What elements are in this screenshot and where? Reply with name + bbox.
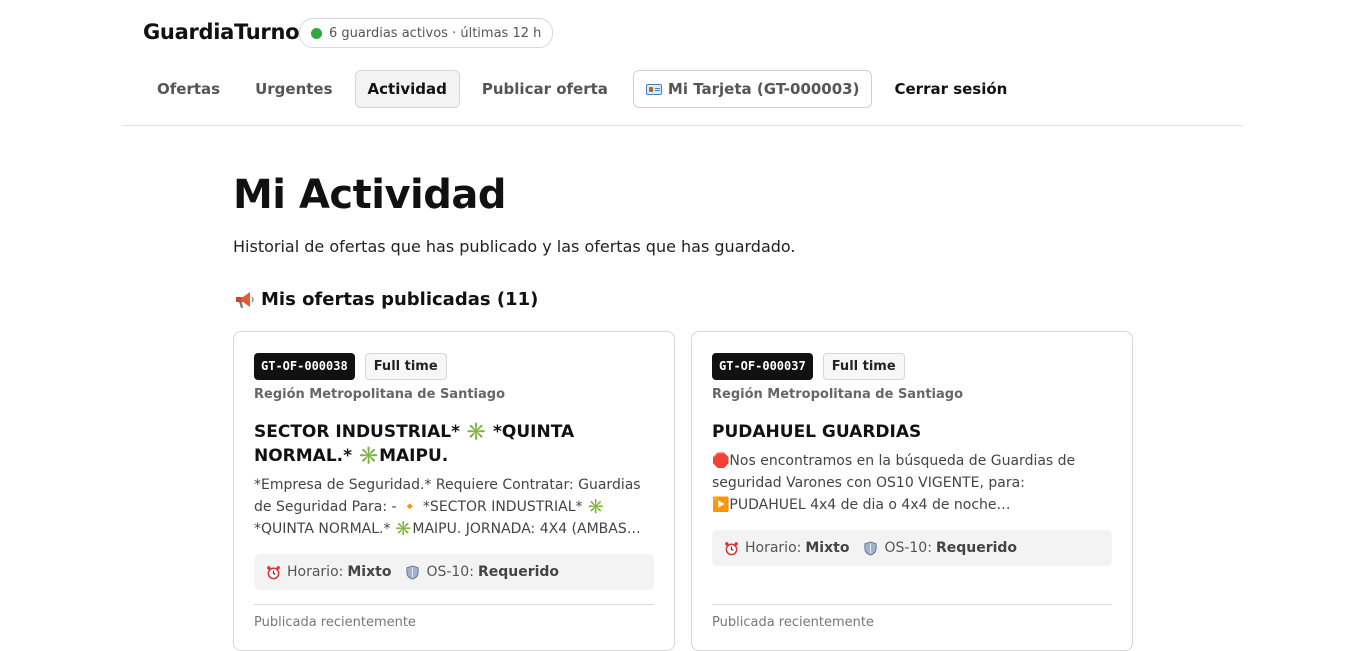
horario-value: Mixto — [347, 564, 392, 580]
brand-logo[interactable]: GuardiaTurno — [143, 20, 300, 44]
active-guards-status-badge: 6 guardias activos · últimas 12 h — [299, 18, 554, 48]
offer-description: 🛑Nos encontramos en la búsqueda de Guard… — [712, 453, 1076, 513]
green-status-dot-icon — [311, 27, 322, 39]
offer-title[interactable]: SECTOR INDUSTRIAL* ✳️ *QUINTA NORMAL.* ✳… — [254, 420, 654, 468]
job-type-badge: Full time — [822, 352, 905, 380]
os10-value: Requerido — [477, 564, 560, 580]
offer-meta-bar: Horario: Mixto OS-10: Requerido — [254, 554, 654, 590]
nav-actividad[interactable]: Actividad — [354, 70, 460, 108]
offer-code-badge: GT-OF-000037 — [712, 352, 813, 380]
main-nav: Ofertas Urgentes Actividad Publicar ofer… — [144, 70, 1029, 108]
megaphone-icon — [236, 291, 254, 308]
offer-card[interactable]: GT-OF-000038 Full time Región Metropolit… — [233, 331, 675, 651]
offer-card[interactable]: GT-OF-000037 Full time Región Metropolit… — [691, 331, 1133, 651]
os10-meta: OS-10: Requerido — [863, 540, 1017, 556]
page-subtitle: Historial de ofertas que has publicado y… — [233, 237, 796, 256]
horario-meta: Horario: Mixto — [266, 564, 391, 580]
card-divider — [712, 604, 1112, 605]
shield-icon — [406, 564, 420, 580]
alarm-clock-icon — [267, 565, 280, 579]
offer-code-badge: GT-OF-000038 — [254, 352, 355, 380]
nav-publicar-oferta[interactable]: Publicar oferta — [469, 70, 621, 108]
mi-tarjeta-button[interactable]: Mi Tarjeta (GT-000003) — [632, 70, 873, 108]
page-title: Mi Actividad — [233, 172, 506, 218]
published-offers-heading: Mis ofertas publicadas (11) — [233, 289, 538, 310]
os10-label: OS-10: — [884, 540, 932, 556]
offer-footer: Publicada recientemente — [712, 615, 874, 630]
shield-icon — [864, 540, 878, 556]
alarm-clock-icon — [725, 541, 738, 555]
offer-title[interactable]: PUDAHUEL GUARDIAS — [712, 420, 1112, 444]
os10-label: OS-10: — [426, 564, 474, 580]
nav-ofertas[interactable]: Ofertas — [144, 70, 233, 108]
offer-meta-bar: Horario: Mixto OS-10: Requerido — [712, 530, 1112, 566]
status-text: 6 guardias activos · últimas 12 h — [329, 25, 542, 41]
horario-label: Horario: — [745, 540, 802, 556]
horario-label: Horario: — [287, 564, 344, 580]
os10-value: Requerido — [935, 540, 1018, 556]
top-header: GuardiaTurno 6 guardias activos · última… — [122, 0, 1243, 126]
section-heading-text: Mis ofertas publicadas (11) — [261, 289, 539, 310]
card-divider — [254, 604, 654, 605]
horario-value: Mixto — [805, 540, 850, 556]
offer-footer: Publicada recientemente — [254, 615, 416, 630]
logout-button[interactable]: Cerrar sesión — [881, 70, 1020, 108]
job-type-badge: Full time — [364, 352, 447, 380]
mi-tarjeta-label: Mi Tarjeta (GT-000003) — [667, 80, 860, 98]
os10-meta: OS-10: Requerido — [405, 564, 559, 580]
offer-description: *Empresa de Seguridad.* Requiere Contrat… — [254, 477, 641, 537]
offer-region: Región Metropolitana de Santiago — [254, 387, 506, 402]
nav-urgentes[interactable]: Urgentes — [242, 70, 345, 108]
offer-region: Región Metropolitana de Santiago — [712, 387, 964, 402]
horario-meta: Horario: Mixto — [724, 540, 849, 556]
id-card-icon — [645, 83, 662, 95]
